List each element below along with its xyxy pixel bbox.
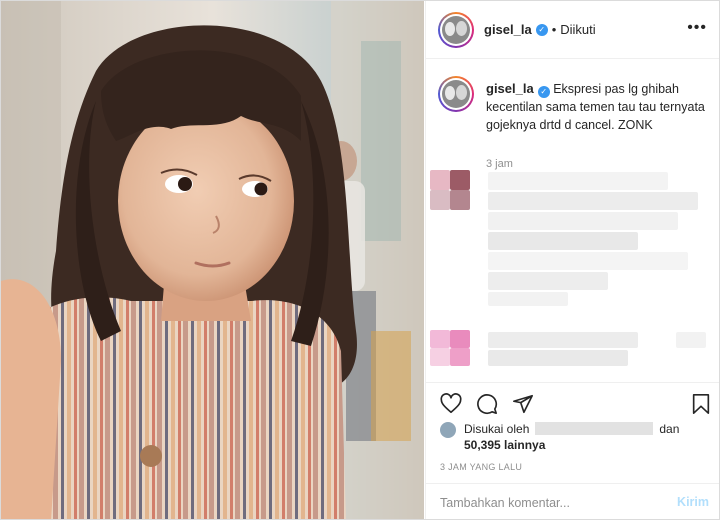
comment-input[interactable] [440,494,660,512]
speech-bubble-icon[interactable] [476,393,498,415]
post-modal: gisel_la ✓ • Diikuti ••• gisel_la ✓ Ekspr… [0,0,720,520]
likes-count[interactable]: 50,395 lainnya [464,437,545,453]
paper-plane-icon[interactable] [512,393,534,415]
likes-suffix: dan [659,422,680,436]
add-comment-bar: Kirim [426,483,719,519]
bookmark-icon[interactable] [691,393,711,415]
caption-body: gisel_la ✓ Ekspresi pas lg ghibah kecenti… [486,80,711,134]
likes-prefix: Disukai oleh [464,422,530,436]
avatar-image [442,15,470,44]
follow-status-button[interactable]: Diikuti [560,22,595,37]
post-header: gisel_la ✓ • Diikuti ••• [426,1,719,59]
heart-icon[interactable] [440,393,462,415]
caption-avatar[interactable] [438,76,474,112]
photo-girl-image [1,1,424,519]
header-username[interactable]: gisel_la [484,22,532,37]
post-comment-button[interactable]: Kirim [677,495,709,509]
caption-username[interactable]: gisel_la [486,81,534,96]
post-photo[interactable] [1,1,424,519]
profile-avatar[interactable] [438,11,474,48]
separator-dot: • [551,22,557,37]
post-side-panel: gisel_la ✓ • Diikuti ••• gisel_la ✓ Ekspr… [425,1,719,519]
likes-line: Disukai oleh dan [464,421,679,437]
verified-badge-icon: ✓ [537,86,550,98]
verified-badge-icon: ✓ [535,23,548,36]
avatar-image [442,80,470,108]
more-options-icon[interactable]: ••• [687,20,707,36]
caption-time: 3 jam [486,158,513,170]
liker-avatar[interactable] [440,422,456,438]
redacted-username [535,422,654,435]
post-timestamp: 3 JAM YANG LALU [440,462,523,472]
post-actions [426,382,719,422]
comments-list[interactable]: gisel_la ✓ Ekspresi pas lg ghibah kecenti… [426,60,719,382]
